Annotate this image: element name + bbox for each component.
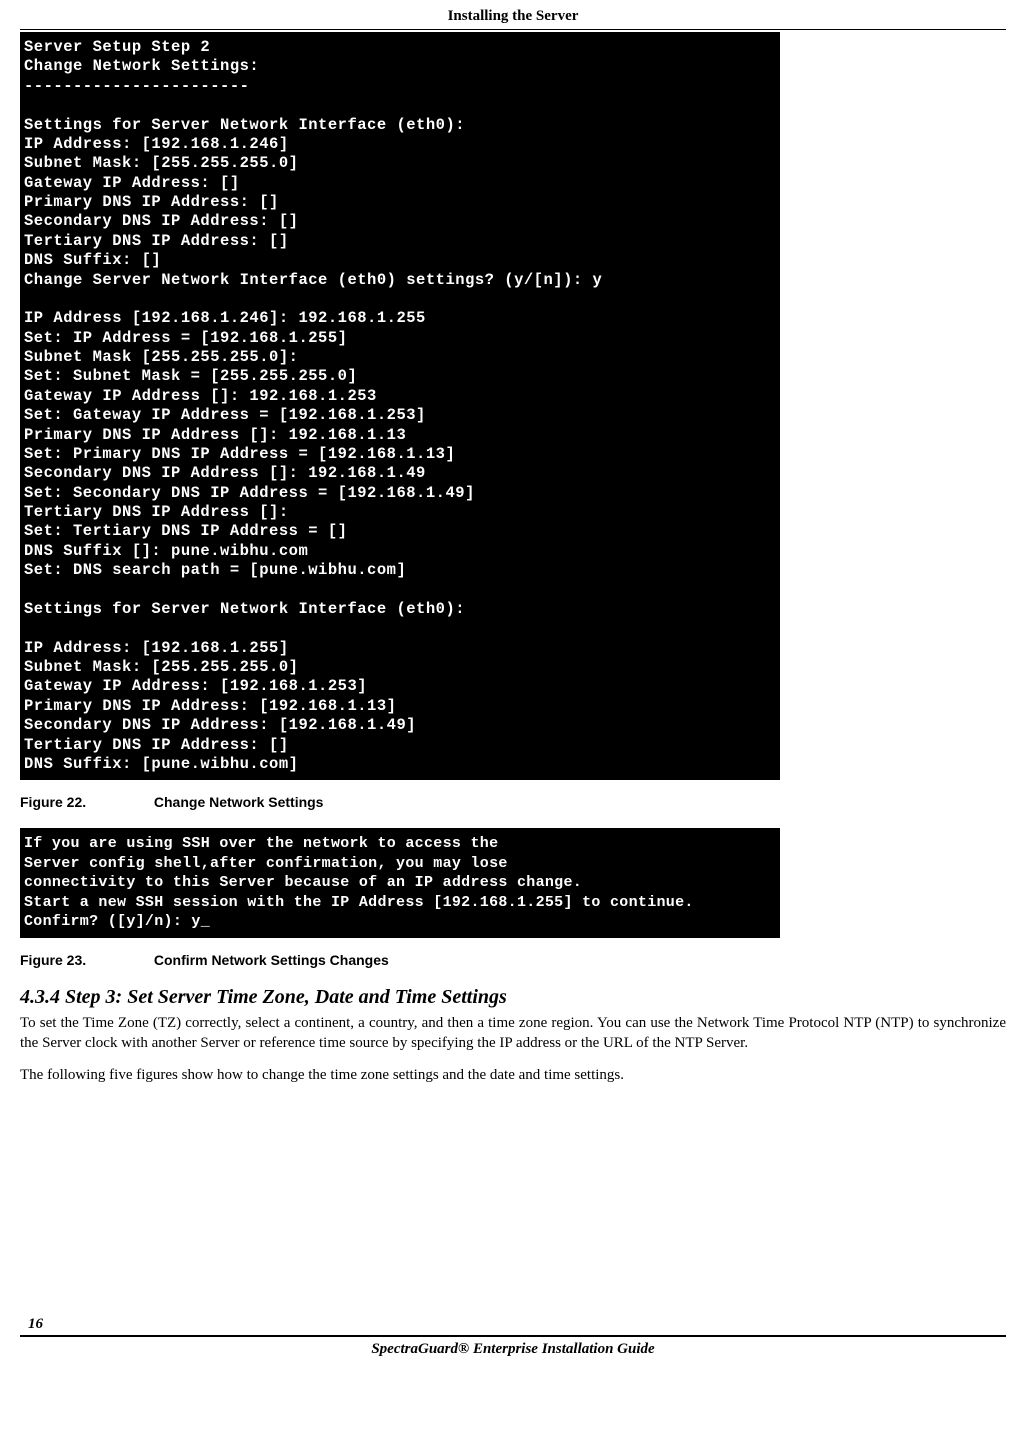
- body-paragraph-1: To set the Time Zone (TZ) correctly, sel…: [20, 1013, 1006, 1054]
- footer-title: SpectraGuard® Enterprise Installation Gu…: [20, 1339, 1006, 1358]
- footer-divider: [20, 1335, 1006, 1337]
- figure-number: Figure 22.: [20, 794, 150, 810]
- figure-23-caption: Figure 23. Confirm Network Settings Chan…: [20, 952, 1006, 968]
- section-heading: 4.3.4 Step 3: Set Server Time Zone, Date…: [20, 986, 1006, 1009]
- body-paragraph-2: The following five figures show how to c…: [20, 1065, 1006, 1085]
- page-header: Installing the Server: [20, 0, 1006, 30]
- figure-title: Confirm Network Settings Changes: [154, 952, 389, 968]
- figure-number: Figure 23.: [20, 952, 150, 968]
- page-number: 16: [20, 1316, 1006, 1333]
- page-footer: 16 SpectraGuard® Enterprise Installation…: [20, 1316, 1006, 1368]
- figure-title: Change Network Settings: [154, 794, 324, 810]
- figure-22-caption: Figure 22. Change Network Settings: [20, 794, 1006, 810]
- terminal-screenshot-1: Server Setup Step 2 Change Network Setti…: [20, 32, 780, 780]
- terminal-screenshot-2: If you are using SSH over the network to…: [20, 828, 780, 938]
